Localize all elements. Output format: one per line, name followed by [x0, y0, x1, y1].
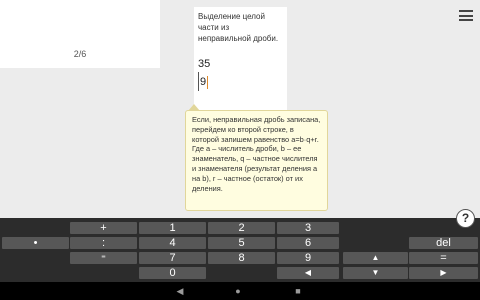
divide-key[interactable]: : [70, 237, 137, 249]
digit-2-key[interactable]: 2 [208, 222, 275, 234]
work-area[interactable]: Выделение целой части из неправильной др… [194, 7, 287, 112]
fraction-key[interactable]: ⁼ [70, 252, 137, 264]
fraction-denominator[interactable]: 9 [200, 76, 206, 88]
arrow-right-key[interactable]: ▶ [409, 267, 478, 279]
arrow-left-key[interactable]: ◀ [277, 267, 339, 279]
recent-apps-icon[interactable]: ■ [290, 282, 306, 300]
delete-key[interactable]: del [409, 237, 478, 249]
math-keyboard: + 1 2 3 • : 4 5 6 del ⁼ 7 8 9 ▲ = 0 ◀ ▼ … [0, 218, 480, 282]
task-title: Выделение целой части из неправильной др… [198, 12, 279, 43]
text-cursor [207, 76, 208, 89]
hint-text: Если, неправильная дробь записана, перей… [192, 115, 321, 193]
digit-3-key[interactable]: 3 [277, 222, 339, 234]
digit-9-key[interactable]: 9 [277, 252, 339, 264]
system-nav-bar: ◀ ● ■ [0, 282, 480, 300]
arrow-down-key[interactable]: ▼ [343, 267, 408, 279]
home-icon[interactable]: ● [230, 282, 246, 300]
digit-4-key[interactable]: 4 [139, 237, 206, 249]
plus-key[interactable]: + [70, 222, 137, 234]
previous-card[interactable]: 2/6 [0, 0, 160, 68]
help-button[interactable]: ? [456, 209, 475, 228]
digit-8-key[interactable]: 8 [208, 252, 275, 264]
hint-tooltip: Если, неправильная дробь записана, перей… [185, 110, 328, 211]
decimal-point-key[interactable]: • [2, 237, 69, 249]
fraction-numerator[interactable]: 35 [198, 58, 210, 70]
back-icon[interactable]: ◀ [172, 282, 188, 300]
page-indicator: 2/6 [73, 49, 87, 59]
fraction-bar [198, 72, 199, 91]
equals-key[interactable]: = [409, 252, 478, 264]
digit-1-key[interactable]: 1 [139, 222, 206, 234]
digit-6-key[interactable]: 6 [277, 237, 339, 249]
digit-0-key[interactable]: 0 [139, 267, 206, 279]
digit-7-key[interactable]: 7 [139, 252, 206, 264]
hamburger-menu-icon[interactable] [459, 10, 473, 21]
digit-5-key[interactable]: 5 [208, 237, 275, 249]
arrow-up-key[interactable]: ▲ [343, 252, 408, 264]
